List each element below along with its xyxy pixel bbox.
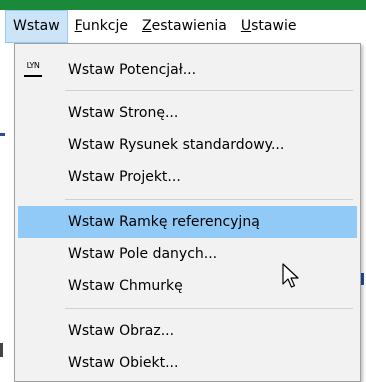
background-mark [361,273,364,285]
background-mark [0,133,5,136]
background-mark [0,343,3,357]
menu-item-label: Wstaw Ramkę referencyjną [68,214,260,230]
menu-ustawienia-label: stawie [251,18,297,34]
menu-item-label: Wstaw Potencjał... [68,62,197,78]
menu-item-label: Wstaw Obiekt... [68,355,179,371]
menu-item-wstaw-obraz[interactable]: Wstaw Obraz... [18,315,357,347]
menu-funkcje[interactable]: Funkcje [68,10,135,43]
menu-wstaw[interactable]: Wstaw [5,10,68,43]
background-right-edge [361,43,366,382]
menu-item-wstaw-chmurke[interactable]: Wstaw Chmurkę [18,270,357,302]
menu-ustawienia[interactable]: Ustawie [234,10,304,43]
mouse-cursor-icon [282,263,299,288]
menu-item-wstaw-potencjal[interactable]: LYN Wstaw Potencjał... [18,54,357,86]
menu-item-wstaw-ramke-referencyjna[interactable]: Wstaw Ramkę referencyjną [18,206,357,238]
menu-item-wstaw-obiekt[interactable]: Wstaw Obiekt... [18,347,357,379]
menu-item-label: Wstaw Rysunek standardowy... [68,137,285,153]
menu-funkcje-mnemonic: F [74,18,82,34]
menu-separator [65,90,353,91]
menu-ustawienia-mnemonic: U [240,18,252,34]
menu-item-wstaw-pole-danych[interactable]: Wstaw Pole danych... [18,238,357,270]
menu-zestawienia-label: estawienia [151,18,227,34]
menu-funkcje-label: unkcje [81,18,129,34]
menu-zestawienia-mnemonic: Z [142,18,152,34]
menu-item-wstaw-strone[interactable]: Wstaw Stronę... [18,97,357,129]
wstaw-dropdown-menu: LYN Wstaw Potencjał... Wstaw Stronę... W… [14,43,361,382]
menu-item-label: Wstaw Obraz... [68,323,175,339]
background-left-edge [0,43,14,382]
menu-item-label: Wstaw Pole danych... [68,246,218,262]
window-top-strip [0,0,366,10]
menu-item-wstaw-projekt[interactable]: Wstaw Projekt... [18,161,357,193]
menu-item-label: Wstaw Chmurkę [68,278,183,294]
lyn-icon: LYN [24,62,42,77]
menu-item-label: Wstaw Stronę... [68,105,179,121]
menu-separator [65,308,353,309]
menu-item-wstaw-rysunek-standardowy[interactable]: Wstaw Rysunek standardowy... [18,129,357,161]
menu-bar: Wstaw Funkcje Zestawienia Ustawie [0,10,366,44]
menu-wstaw-label: Wstaw [13,18,60,34]
menu-zestawienia[interactable]: Zestawienia [135,10,234,43]
menu-item-label: Wstaw Projekt... [68,169,181,185]
menu-separator [65,199,353,200]
